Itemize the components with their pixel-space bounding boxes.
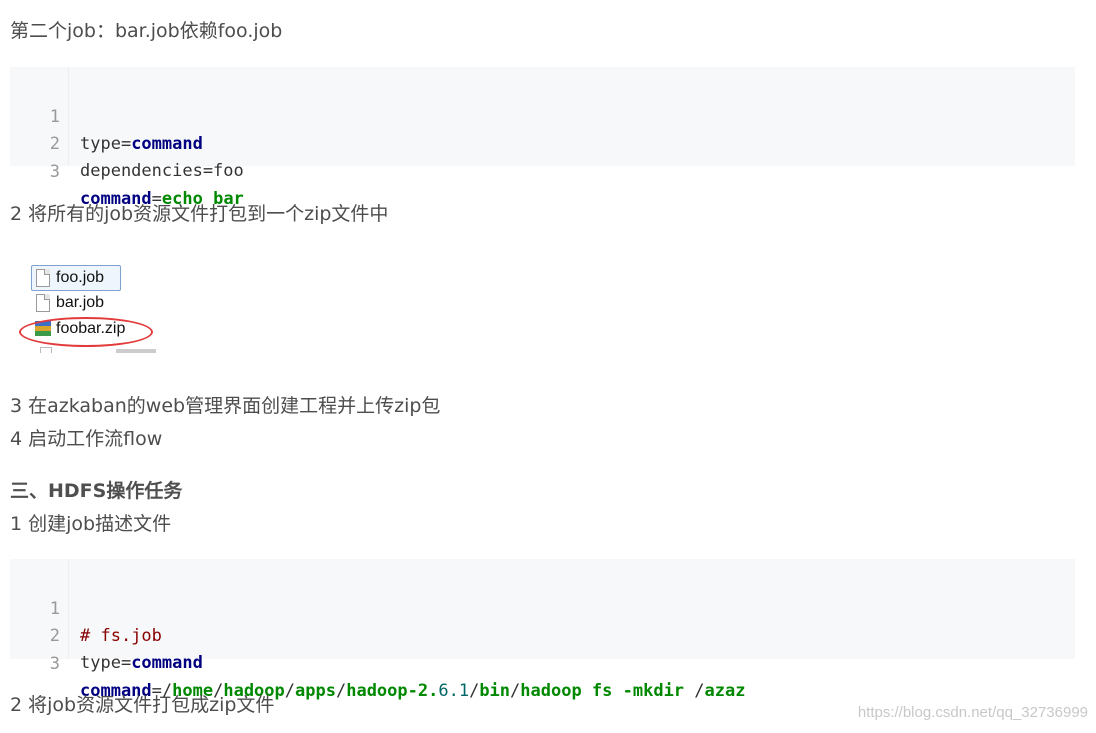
code-line: 1 # fs.job [10, 569, 162, 646]
code-line: 3 command=echo bar [10, 132, 244, 209]
code-text: type=command [80, 653, 203, 673]
paragraph-start-flow: 4 启动工作流flow [10, 428, 163, 450]
line-number: 3 [49, 162, 60, 182]
code-block-bar-job: 1 type=command 2 dependencies=foo 3 comm… [10, 67, 1075, 209]
document-icon [36, 294, 50, 312]
file-item-foo-job[interactable]: foo.job [31, 265, 121, 291]
document-icon [36, 269, 50, 287]
code-line: 1 type=command [10, 77, 203, 154]
code-line: 2 dependencies=foo [10, 104, 244, 181]
file-name: bar.job [56, 294, 105, 311]
code-block-fs-job: 1 # fs.job 2 type=command 3 command=/hom… [10, 559, 1075, 701]
line-number: 3 [49, 654, 60, 674]
paragraph-second-job: 第二个job：bar.job依赖foo.job [10, 20, 283, 42]
file-name: foo.job [56, 269, 105, 286]
code-text: # fs.job [80, 626, 162, 646]
watermark-url: https://blog.csdn.net/qq_32736999 [857, 704, 1088, 721]
highlight-circle [19, 317, 153, 347]
clipped-file-item [36, 345, 166, 353]
code-line: 2 type=command [10, 596, 203, 673]
code-text: dependencies=foo [80, 161, 244, 181]
paragraph-upload-step: 3 在azkaban的web管理界面创建工程并上传zip包 [10, 395, 441, 417]
file-list-screenshot: foo.job bar.job foobar.zip [10, 259, 291, 353]
paragraph-zip-job: 2 将job资源文件打包成zip文件 [10, 694, 275, 716]
paragraph-zip-step: 2 将所有的job资源文件打包到一个zip文件中 [10, 203, 389, 225]
section-heading-hdfs: 三、HDFS操作任务 [10, 480, 183, 502]
code-line: 3 command=/home/hadoop/apps/hadoop-2.6.1… [10, 624, 746, 701]
paragraph-create-job: 1 创建job描述文件 [10, 513, 172, 535]
code-text: type=command [80, 134, 203, 154]
